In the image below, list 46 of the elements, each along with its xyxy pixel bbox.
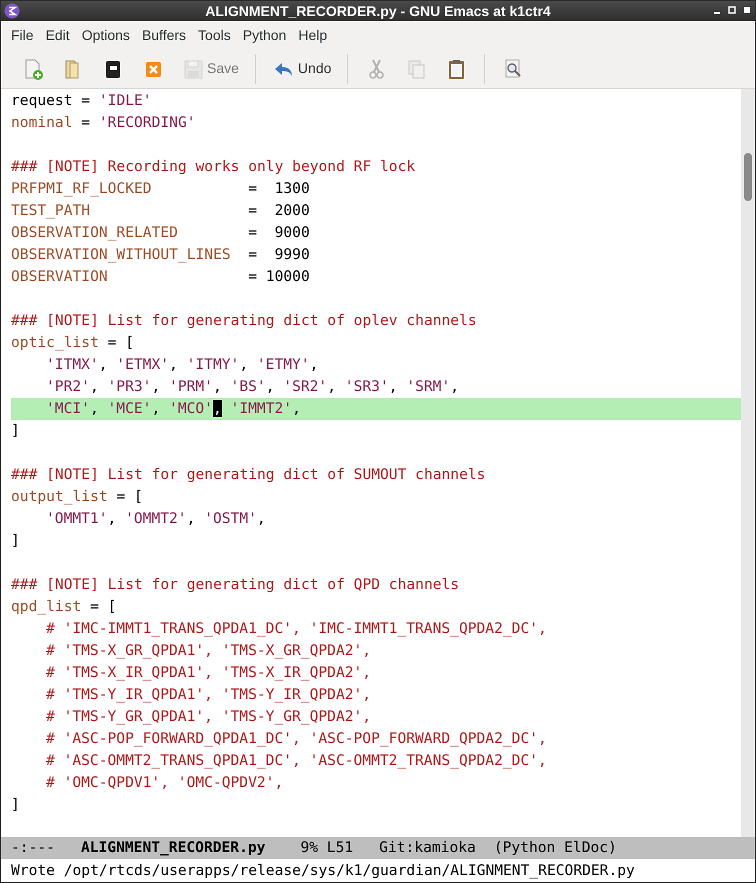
code-line: ### [NOTE] List for generating dict of oplev channels	[11, 311, 478, 331]
code-line: TEST_PATH = 2000	[11, 201, 311, 221]
code-line: ### [NOTE] Recording works only beyond RF lock	[11, 157, 416, 177]
code-line: OBSERVATION_RELATED = 9000	[11, 223, 311, 243]
code-line: # 'ASC-POP_FORWARD_QPDA1_DC', 'ASC-POP_FORWARD_QPDA2_DC',	[45, 729, 548, 749]
code-line: 'OMMT1', 'OMMT2', 'OSTM',	[45, 509, 267, 529]
menu-item[interactable]: Tools	[192, 22, 237, 48]
code-line: ]	[11, 795, 21, 815]
code-line: # 'TMS-X_IR_QPDA1', 'TMS-X_IR_QPDA2',	[45, 663, 372, 683]
code-line: # 'OMC-QPDV1', 'OMC-QPDV2',	[45, 773, 284, 793]
code-line: request = 'IDLE'	[11, 91, 153, 111]
modified-status: -:---	[11, 838, 55, 858]
code-line: 'PR2', 'PR3', 'PRM', 'BS', 'SR2', 'SR3', 'SRM',	[45, 377, 460, 397]
buffer-position: 9% L51	[300, 838, 354, 858]
code-line: nominal = 'RECORDING'	[11, 113, 197, 133]
echo-area-message: Wrote /opt/rtcds/userapps/release/sys/k1/guardian/ALIGNMENT_RECORDER.py	[11, 860, 635, 881]
code-line: # 'TMS-Y_IR_QPDA1', 'TMS-Y_IR_QPDA2',	[45, 685, 372, 705]
menu-item[interactable]: Help	[292, 22, 334, 48]
code-line: ]	[11, 531, 21, 551]
code-line: ### [NOTE] List for generating dict of QPD channels	[11, 575, 460, 595]
emacs-logo-icon	[4, 3, 20, 19]
code-line: output_list = [	[11, 487, 144, 507]
code-line: # 'IMC-IMMT1_TRANS_QPDA1_DC', 'IMC-IMMT1_TRANS_QPDA2_DC',	[45, 619, 548, 639]
toolbar-button[interactable]: Undo	[264, 52, 340, 84]
code-line: OBSERVATION_WITHOUT_LINES = 9990	[11, 245, 311, 265]
code-line: # 'TMS-X_GR_QPDA1', 'TMS-X_GR_QPDA2',	[45, 641, 372, 661]
menu-item[interactable]: File	[5, 22, 40, 48]
code-line: optic_list = [	[11, 333, 136, 353]
close-icon[interactable]	[743, 5, 751, 15]
code-line: OBSERVATION = 10000	[11, 267, 311, 287]
maximize-icon[interactable]	[728, 5, 736, 15]
code-line: 'ITMX', 'ETMX', 'ITMY', 'ETMY',	[45, 355, 320, 375]
menu-item[interactable]: Edit	[40, 22, 76, 48]
code-line: # 'ASC-OMMT2_TRANS_QPDA1_DC', 'ASC-OMMT2_TRANS_QPDA2_DC',	[45, 751, 548, 771]
code-line: ### [NOTE] List for generating dict of SUMOUT channels	[11, 465, 486, 485]
buffer-name: ALIGNMENT_RECORDER.py	[80, 838, 266, 858]
window-title: ALIGNMENT_RECORDER.py - GNU Emacs at k1ctr4	[205, 2, 551, 21]
menu-item[interactable]: Buffers	[136, 22, 192, 48]
code-line: qpd_list = [	[11, 597, 118, 617]
code-line: ]	[11, 421, 21, 441]
major-mode: (Python ElDoc)	[494, 838, 617, 858]
code-line: PRFPMI_RF_LOCKED = 1300	[11, 179, 311, 199]
menu-item[interactable]: Options	[76, 22, 136, 48]
code-line: # 'TMS-Y_GR_QPDA1', 'TMS-Y_GR_QPDA2',	[45, 707, 372, 727]
menu-item[interactable]: Python	[236, 22, 292, 48]
git-branch: Git:kamioka	[379, 838, 476, 858]
